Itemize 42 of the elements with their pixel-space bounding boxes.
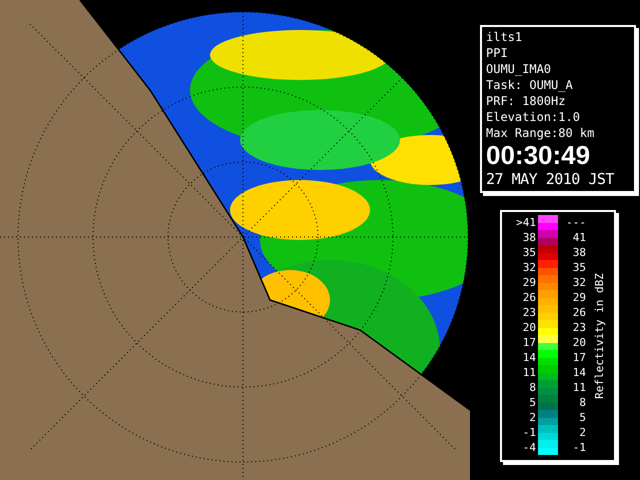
legend-low-label: 29 bbox=[522, 275, 536, 290]
info-line: OUMU_IMA0 bbox=[486, 61, 552, 77]
legend-high-label: 8 bbox=[578, 395, 586, 410]
legend-high-label: 38 bbox=[572, 245, 586, 260]
legend-low-label: 35 bbox=[522, 245, 536, 260]
legend-low-label: 32 bbox=[522, 260, 536, 275]
time-text: 00:30:49 bbox=[486, 141, 592, 169]
info-line: Max Range:80 km bbox=[486, 125, 596, 141]
legend-low-label: 11 bbox=[522, 365, 536, 380]
legend-high-label: 35 bbox=[572, 260, 586, 275]
legend-high-label: 29 bbox=[572, 290, 586, 305]
legend-low-label: 8 bbox=[528, 380, 536, 395]
legend-high-label: -1 bbox=[572, 440, 586, 455]
legend-low-label: 26 bbox=[522, 290, 536, 305]
legend-low-label: 23 bbox=[522, 305, 536, 320]
legend-low-label: 20 bbox=[522, 320, 536, 335]
legend-low-label: 17 bbox=[522, 335, 536, 350]
info-line: Elevation:1.0 bbox=[486, 109, 581, 125]
legend-high-label: 20 bbox=[572, 335, 586, 350]
info-line: PPI bbox=[486, 45, 509, 61]
info-line: ilts1 bbox=[486, 29, 524, 45]
legend-high-label: 32 bbox=[572, 275, 586, 290]
legend-low-label: >41 bbox=[515, 215, 536, 230]
legend-low-label: 38 bbox=[522, 230, 536, 245]
info-line: Task: OUMU_A bbox=[486, 77, 574, 93]
legend-high-label: 11 bbox=[572, 380, 586, 395]
legend-high-label: 5 bbox=[578, 410, 586, 425]
legend-low-label: 2 bbox=[528, 410, 536, 425]
legend-high-label: 23 bbox=[572, 320, 586, 335]
legend-high-label: 41 bbox=[572, 230, 586, 245]
legend-high-label: 26 bbox=[572, 305, 586, 320]
legend-high-label: --- bbox=[565, 215, 586, 230]
legend-low-label: -1 bbox=[522, 425, 536, 440]
legend-high-label: 14 bbox=[572, 365, 586, 380]
legend-low-label: 14 bbox=[522, 350, 536, 365]
info-line: PRF: 1800Hz bbox=[486, 93, 566, 109]
legend-low-label: -4 bbox=[522, 440, 536, 455]
legend-title: Reflectivity in dBZ bbox=[592, 273, 607, 399]
legend-high-label: 17 bbox=[572, 350, 586, 365]
date-text: 27 MAY 2010 JST bbox=[486, 169, 615, 189]
legend-high-label: 2 bbox=[578, 425, 586, 440]
legend-low-label: 5 bbox=[528, 395, 536, 410]
